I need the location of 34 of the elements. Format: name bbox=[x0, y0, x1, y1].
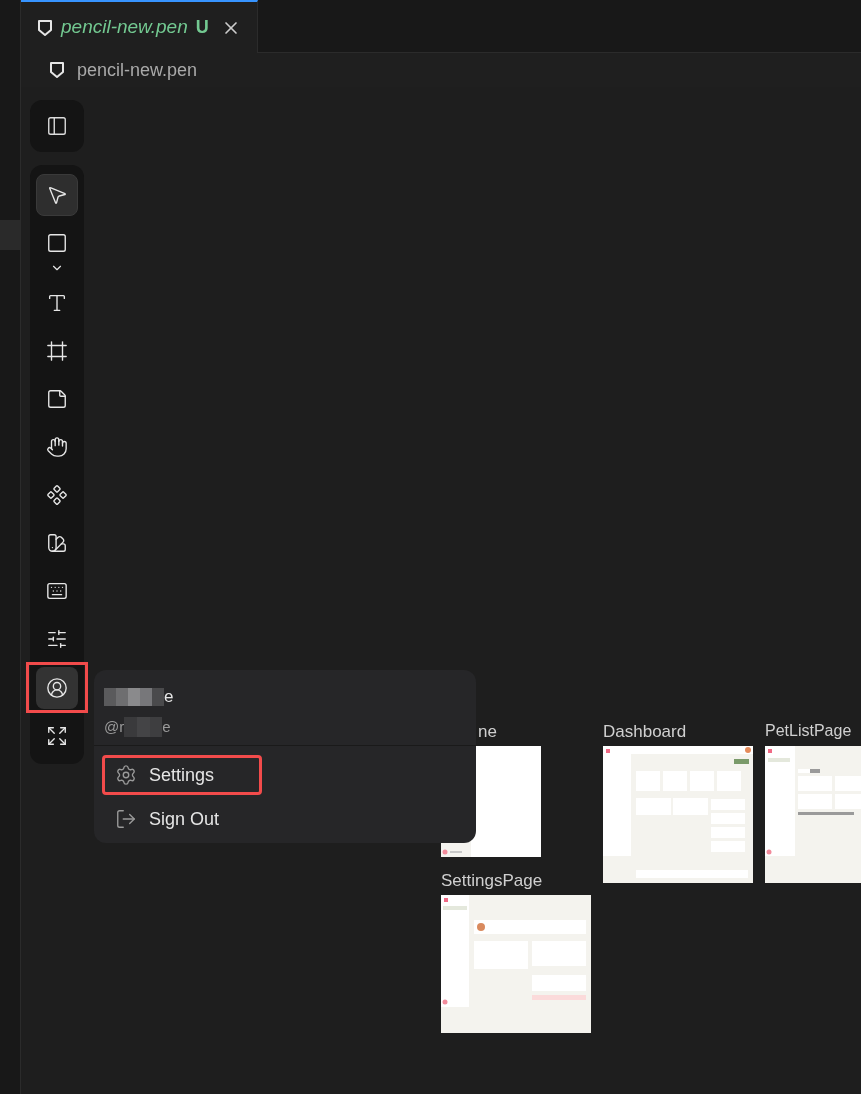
frame-label[interactable]: Dashboard bbox=[603, 719, 687, 745]
expand-icon bbox=[46, 725, 68, 747]
frame-icon bbox=[46, 340, 68, 362]
user-name: e bbox=[164, 686, 174, 708]
git-status: U bbox=[195, 16, 209, 39]
frame-label[interactable]: SettingsPage bbox=[441, 868, 543, 894]
user-tool-button[interactable] bbox=[36, 666, 78, 709]
editor-tab[interactable]: pencil-new.pen U bbox=[21, 0, 258, 53]
file-icon bbox=[49, 61, 65, 79]
component-icon bbox=[46, 484, 68, 506]
user-icon bbox=[46, 676, 68, 699]
hand-icon bbox=[46, 436, 68, 458]
pointer-icon bbox=[46, 184, 68, 206]
redacted-mosaic bbox=[124, 716, 163, 737]
sidebar-toggle-icon bbox=[46, 115, 68, 137]
sliders-icon bbox=[46, 628, 68, 650]
redacted-mosaic bbox=[104, 687, 164, 706]
frame-label[interactable]: ne bbox=[478, 719, 497, 745]
breadcrumb-item[interactable]: pencil-new.pen bbox=[77, 56, 198, 84]
sign-out-icon bbox=[115, 808, 137, 830]
file-icon bbox=[37, 18, 53, 37]
menu-item[interactable]: Settings bbox=[102, 755, 262, 795]
menu-item[interactable]: Sign Out bbox=[102, 799, 262, 839]
settings-icon bbox=[115, 764, 137, 786]
swatch-book-icon bbox=[46, 532, 68, 554]
sticky-note-icon bbox=[46, 388, 68, 410]
text-icon bbox=[46, 292, 68, 314]
tab-title: pencil-new.pen bbox=[61, 15, 188, 40]
frame-label[interactable]: PetListPage bbox=[765, 719, 852, 743]
square-icon bbox=[46, 232, 68, 254]
select-tool-button[interactable] bbox=[36, 174, 78, 216]
keyboard-icon bbox=[46, 580, 68, 602]
user-handle: @r bbox=[104, 716, 125, 737]
user-handle: e bbox=[162, 716, 171, 737]
